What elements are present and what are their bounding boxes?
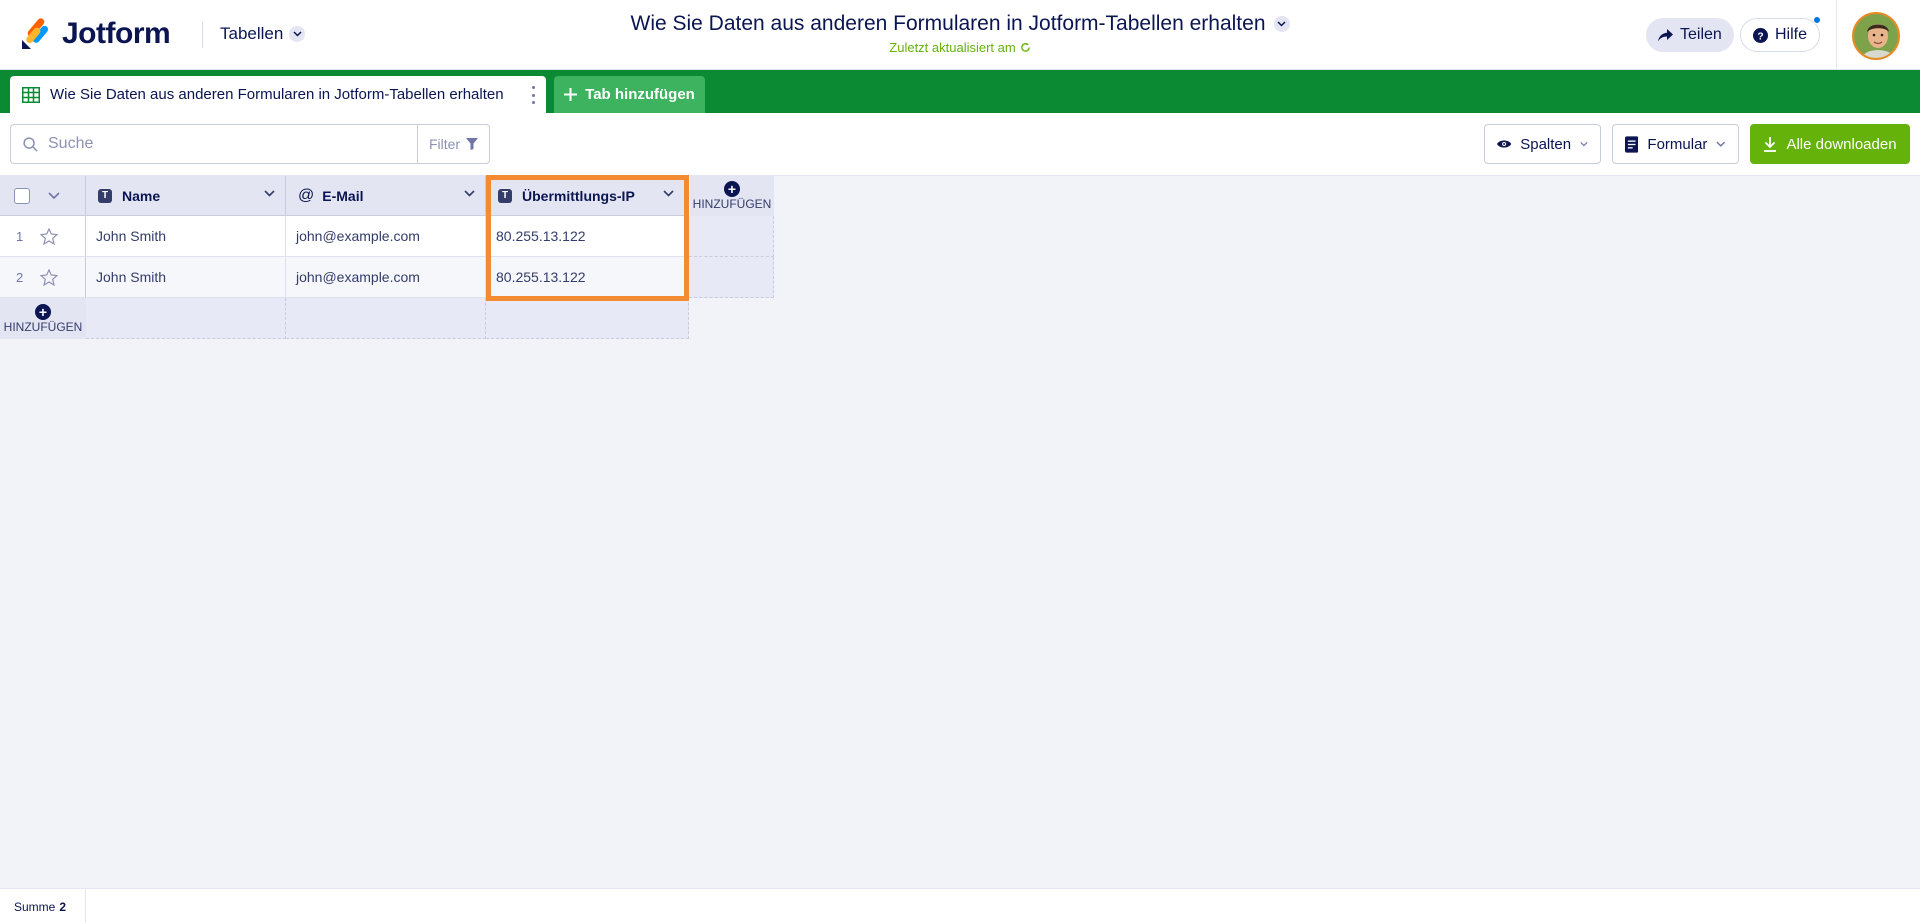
add-tab-button[interactable]: Tab hinzufügen [554,76,705,113]
product-switcher[interactable]: Tabellen [220,24,306,44]
text-type-icon: T [498,188,512,203]
star-icon[interactable] [40,268,58,286]
column-header-name[interactable]: T Name [86,176,286,216]
column-header-label: Name [122,187,161,204]
chevron-down-icon [1716,141,1726,147]
table-cell-name[interactable]: John Smith [86,216,286,257]
table-grid-icon [22,86,40,103]
header-divider [202,22,203,48]
table-cell-submission-ip[interactable]: 80.255.13.122 [486,257,689,298]
top-header: Jotform Tabellen Wie Sie Daten aus ander… [0,0,1920,70]
form-document-icon [1625,135,1639,153]
table-toolbar: Filter Spalten Formular Alle downloaden [0,113,1920,176]
form-button[interactable]: Formular [1612,124,1739,164]
tab-bar: Wie Sie Daten aus anderen Formularen in … [0,70,1920,113]
refresh-icon [1020,42,1030,52]
table-row-header[interactable]: 1 [0,216,86,257]
user-avatar[interactable] [1852,12,1900,60]
column-header-label: Übermittlungs-IP [522,187,635,204]
column-header-label: E-Mail [322,187,364,204]
add-column-label: HINZUFÜGEN [692,197,772,211]
download-all-label: Alle downloaden [1786,135,1897,153]
share-arrow-icon [1658,28,1673,41]
document-title[interactable]: Wie Sie Daten aus anderen Formularen in … [631,12,1290,36]
chevron-down-icon[interactable] [663,190,674,197]
plus-circle-icon: + [724,181,740,197]
search-box [10,124,418,164]
notification-dot [1813,16,1822,24]
download-icon [1764,136,1777,152]
row-number: 1 [16,228,24,244]
row-count-summary: Summe 2 [0,889,86,923]
table-cell-name[interactable]: John Smith [86,257,286,298]
help-icon: ? [1753,27,1768,43]
empty-row-cell [286,298,486,339]
chevron-down-icon[interactable] [464,190,475,197]
plus-icon [564,88,578,101]
chevron-down-icon [1273,16,1290,32]
filter-button-label: Filter [428,136,461,152]
header-divider [1836,0,1837,70]
eye-icon [1497,140,1512,148]
share-button-label: Teilen [1680,26,1722,43]
columns-button-label: Spalten [1520,135,1572,153]
add-tab-label: Tab hinzufügen [585,86,695,103]
form-button-label: Formular [1647,135,1708,153]
jotform-logo-mark [20,18,50,50]
filter-funnel-icon [466,138,479,150]
svg-text:?: ? [1757,31,1763,42]
select-all-checkbox[interactable] [14,187,30,204]
table-cell-email[interactable]: john@example.com [286,216,486,257]
more-options-icon[interactable] [532,86,536,104]
add-row-label: HINZUFÜGEN [3,319,83,334]
last-updated-status: Zuletzt aktualisiert am [889,40,1030,55]
column-header-email[interactable]: @ E-Mail [286,176,486,216]
jotform-logo[interactable]: Jotform [20,16,171,52]
table-cell-email[interactable]: john@example.com [286,257,486,298]
star-icon[interactable] [40,227,58,245]
plus-circle-icon: + [35,303,51,320]
table-row-header[interactable]: 2 [0,257,86,298]
empty-row-cell [86,298,286,339]
empty-column-cell [689,216,774,257]
add-row-button[interactable]: + HINZUFÜGEN [0,298,86,339]
empty-column-cell [689,257,774,298]
chevron-down-icon [1580,141,1588,147]
search-input[interactable] [48,135,388,153]
tab-label: Wie Sie Daten aus anderen Formularen in … [50,86,504,103]
download-all-button[interactable]: Alle downloaden [1750,124,1910,164]
text-type-icon: T [98,188,112,203]
filter-button[interactable]: Filter [417,124,490,164]
document-title-block: Wie Sie Daten aus anderen Formularen in … [560,12,1360,57]
last-updated-text: Zuletzt aktualisiert am [889,40,1016,55]
help-button[interactable]: ? Hilfe [1740,16,1822,52]
column-header-submission-ip[interactable]: T Übermittlungs-IP [486,176,689,216]
search-icon [23,136,38,152]
sum-label: Summe [14,899,56,914]
chevron-down-icon[interactable] [264,190,275,197]
empty-row-cell [486,298,689,339]
select-all-header [0,176,86,216]
brand-name: Jotform [62,17,171,50]
help-button-label: Hilfe [1775,26,1808,43]
chevron-down-icon [289,26,306,42]
chevron-down-icon[interactable] [48,192,60,199]
table-cell-submission-ip[interactable]: 80.255.13.122 [486,216,689,257]
tab-table-main[interactable]: Wie Sie Daten aus anderen Formularen in … [10,76,546,113]
sum-value: 2 [59,899,67,914]
at-icon: @ [298,186,315,204]
row-number: 2 [16,269,24,285]
share-button[interactable]: Teilen [1646,18,1734,52]
document-title-text: Wie Sie Daten aus anderen Formularen in … [630,12,1266,35]
product-switcher-label: Tabellen [220,24,284,43]
summary-footer: Summe 2 [0,888,1920,923]
add-column-button[interactable]: + HINZUFÜGEN [690,176,774,216]
columns-button[interactable]: Spalten [1484,124,1601,164]
